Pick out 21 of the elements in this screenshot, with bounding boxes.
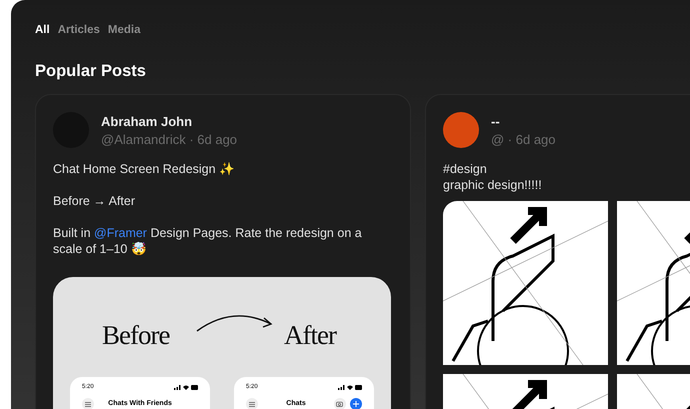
section-title: Popular Posts [35,61,147,82]
filter-tab[interactable]: Articles [58,22,100,40]
status-icons [174,385,198,390]
status-icons [338,385,362,390]
post-meta: @Alamandrick · 6d ago [101,131,238,149]
post-meta: @ · 6d ago [491,131,556,149]
menu-icon[interactable] [82,398,94,409]
mention-link[interactable]: @Framer [94,226,147,240]
before-label: Before [102,318,170,352]
post-text: Before → After [53,193,136,209]
filter-tab[interactable]: Media [108,22,140,40]
post-text: #design graphic design!!!!! [443,161,543,193]
author-name: -- [491,113,501,131]
after-label: After [284,318,336,352]
post-text: Chat Home Screen Redesign ✨ [53,161,236,177]
camera-icon[interactable] [334,398,346,409]
filter-tab[interactable]: All [35,22,50,40]
post-text: Built in @Framer Design Pages. Rate the redesign on a scale of 1–10 🤯 [53,225,363,257]
author-name: Abraham John [101,113,194,131]
menu-icon[interactable] [246,398,258,409]
plus-icon[interactable] [350,398,362,409]
